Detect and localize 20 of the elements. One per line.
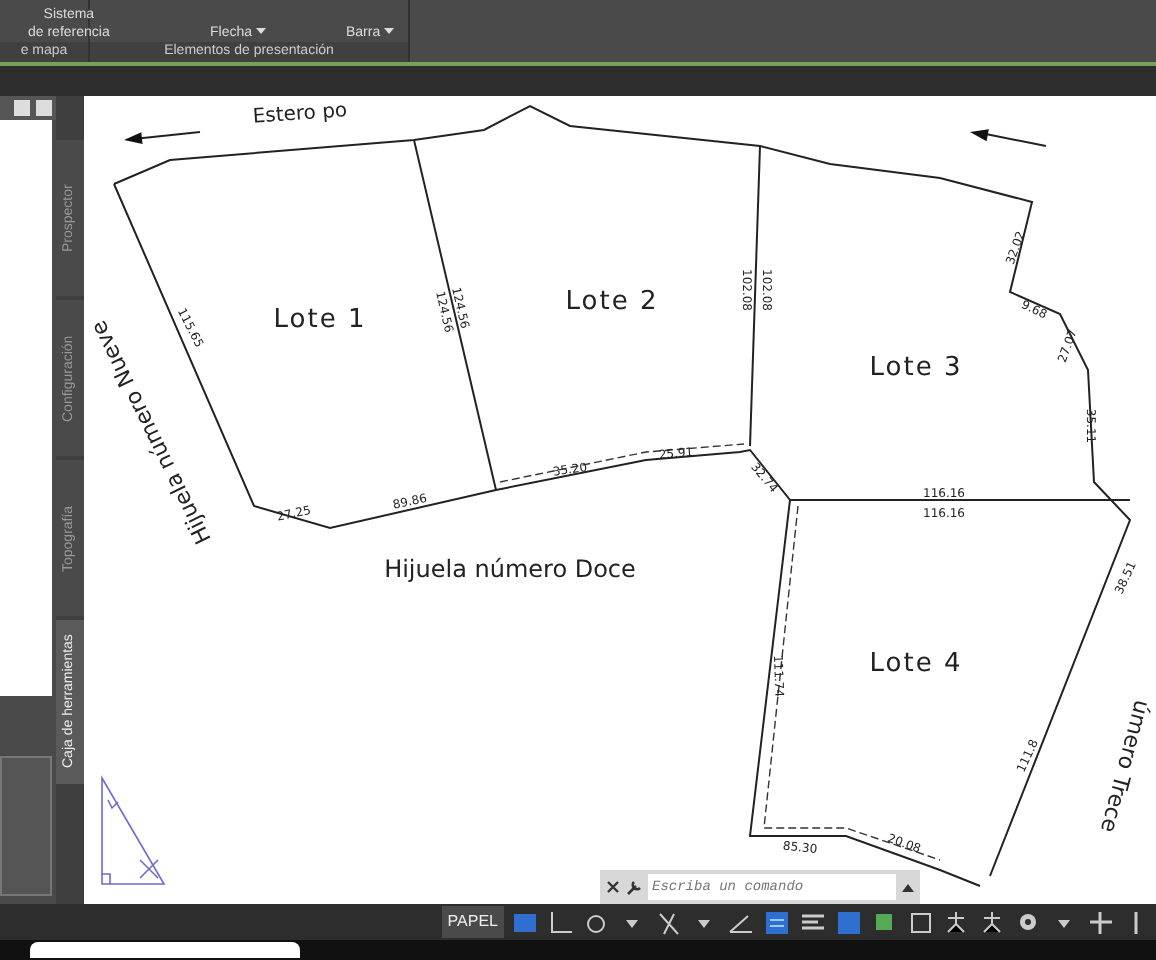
road-label: Hijuela número Doce [384, 554, 636, 583]
road-label: Estero po [252, 100, 348, 129]
lot-label: Lote 3 [869, 353, 963, 384]
taskbar-search-field[interactable] [30, 942, 300, 958]
caret-icon[interactable] [384, 28, 395, 37]
caret-icon[interactable] [255, 28, 266, 37]
plus-icon[interactable] [1086, 907, 1116, 937]
frame-icon[interactable] [906, 907, 936, 937]
caret-icon[interactable] [902, 881, 914, 893]
arrow [124, 131, 201, 145]
lot-label: Lote 4 [869, 649, 963, 680]
paper-space-button[interactable]: PAPEL [441, 906, 504, 938]
road-label: úmero Trece [1094, 697, 1156, 836]
lot-label: Lote 1 [273, 305, 367, 336]
ucs-triangle-icon [101, 777, 165, 885]
wrench-icon[interactable] [626, 879, 642, 895]
close-icon[interactable] [606, 880, 620, 894]
arrow [970, 129, 1047, 147]
angle-icon[interactable] [546, 907, 576, 937]
lot-label: Lote 2 [565, 287, 659, 318]
